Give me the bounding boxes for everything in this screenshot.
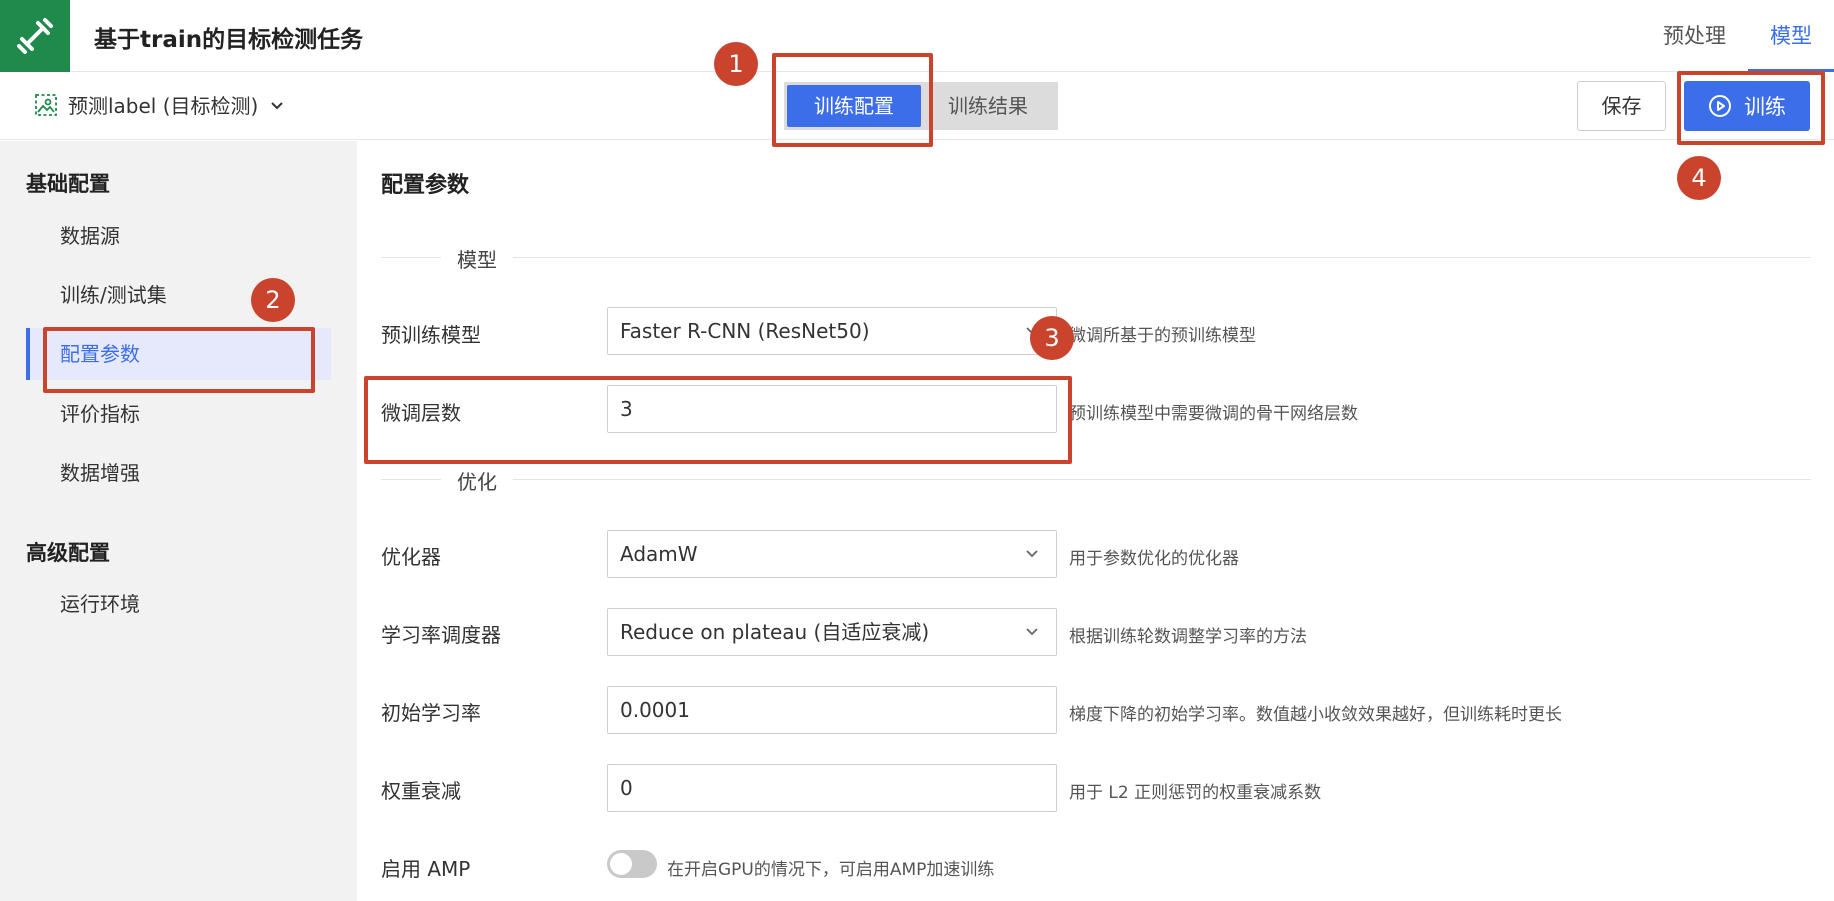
lr-scheduler-value: Reduce on plateau (自适应衰减) [620, 620, 930, 644]
tab-preprocess[interactable]: 预处理 [1641, 0, 1748, 72]
amp-toggle[interactable] [607, 850, 657, 878]
weight-decay-input[interactable]: 0 [607, 764, 1057, 812]
annotation-box-1 [772, 53, 933, 147]
annotation-badge-4: 4 [1677, 156, 1721, 200]
chevron-down-icon [271, 101, 284, 109]
initial-lr-hint: 梯度下降的初始学习率。数值越小收敛效果越好，但训练耗时更长 [1069, 705, 1562, 725]
sidebar: 基础配置 数据源 训练/测试集 配置参数 评价指标 数据增强 高级配置 运行环境 [0, 141, 357, 901]
annotation-badge-3: 3 [1030, 316, 1074, 360]
app-logo [0, 0, 70, 72]
annotation-badge-1: 1 [714, 42, 758, 86]
sidebar-item-datasource[interactable]: 数据源 [26, 210, 331, 262]
tab-model[interactable]: 模型 [1748, 0, 1834, 72]
chevron-down-icon [1026, 550, 1038, 558]
pretrained-model-hint: 微调所基于的预训练模型 [1069, 326, 1256, 346]
optimizer-label: 优化器 [381, 545, 441, 569]
top-tabs: 预处理 模型 [1641, 0, 1834, 72]
annotation-box-3 [364, 376, 1072, 464]
sidebar-item-augmentation[interactable]: 数据增强 [26, 447, 331, 499]
task-selector-label: 预测label (目标检测) [68, 94, 259, 118]
finetune-layers-hint: 预训练模型中需要微调的骨干网络层数 [1069, 404, 1358, 424]
section-divider [381, 257, 1811, 258]
chevron-down-icon [1026, 628, 1038, 636]
lr-scheduler-hint: 根据训练轮数调整学习率的方法 [1069, 627, 1307, 647]
lr-scheduler-label: 学习率调度器 [381, 623, 501, 647]
amp-label: 启用 AMP [381, 857, 471, 881]
weight-decay-hint: 用于 L2 正则惩罚的权重衰减系数 [1069, 783, 1322, 803]
optimizer-value: AdamW [620, 542, 698, 566]
section-divider [381, 479, 1811, 480]
pretrained-model-select[interactable]: Faster R-CNN (ResNet50) [607, 307, 1057, 355]
lr-scheduler-select[interactable]: Reduce on plateau (自适应衰减) [607, 608, 1057, 656]
pretrained-model-label: 预训练模型 [381, 323, 481, 347]
sidebar-group-basic: 基础配置 [26, 172, 110, 196]
section-label-model: 模型 [441, 244, 513, 273]
detection-icon [35, 93, 57, 116]
sidebar-group-advanced: 高级配置 [26, 541, 110, 565]
optimizer-hint: 用于参数优化的优化器 [1069, 549, 1239, 569]
annotation-badge-2: 2 [251, 278, 295, 322]
tab-train-results[interactable]: 训练结果 [921, 85, 1055, 127]
section-label-optimization: 优化 [441, 466, 513, 495]
weight-decay-label: 权重衰减 [381, 779, 461, 803]
pretrained-model-value: Faster R-CNN (ResNet50) [620, 319, 870, 343]
optimizer-select[interactable]: AdamW [607, 530, 1057, 578]
annotation-box-2 [43, 327, 315, 393]
task-selector[interactable]: 预测label (目标检测) [34, 90, 286, 119]
initial-lr-label: 初始学习率 [381, 701, 481, 725]
page-title: 基于train的目标检测任务 [94, 27, 364, 53]
sidebar-item-runtime[interactable]: 运行环境 [26, 578, 331, 630]
amp-hint: 在开启GPU的情况下，可启用AMP加速训练 [667, 860, 995, 880]
save-button[interactable]: 保存 [1577, 81, 1666, 131]
dumbbell-icon [17, 18, 53, 54]
initial-lr-input[interactable]: 0.0001 [607, 686, 1057, 734]
section-title: 配置参数 [381, 173, 470, 198]
sidebar-item-metrics[interactable]: 评价指标 [26, 388, 331, 440]
toggle-knob [610, 853, 632, 875]
main-panel: 配置参数 模型 预训练模型 Faster R-CNN (ResNet50) 微调… [357, 141, 1834, 901]
annotation-box-4 [1677, 71, 1825, 145]
